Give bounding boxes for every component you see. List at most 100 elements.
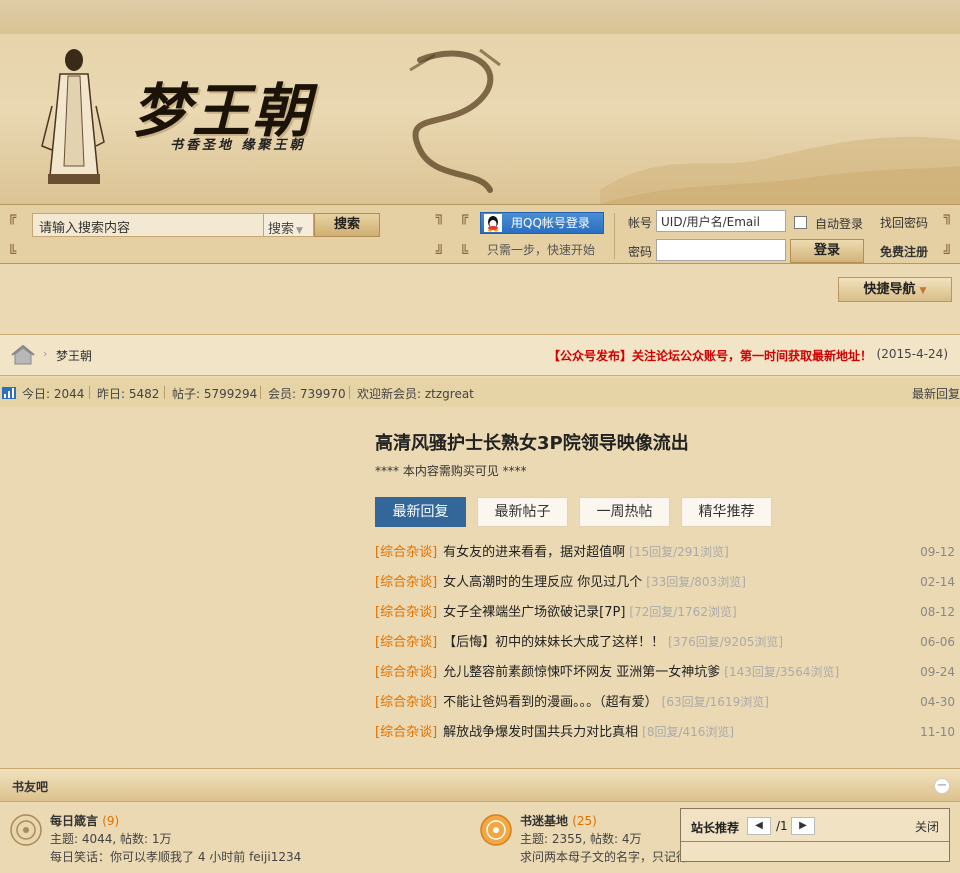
forum-stats: 主题: 2355, 帖数: 4万 xyxy=(520,832,642,846)
list-item: [综合杂谈] 有女友的进来看看，据对超值啊 [15回复/291浏览] 09-12 xyxy=(375,537,955,567)
close-button[interactable]: 关闭 xyxy=(915,818,939,835)
thread-title[interactable]: 允儿整容前素颜惊悚吓坏网友 亚洲第一女神坑爹 xyxy=(443,665,720,680)
thread-category[interactable]: [综合杂谈] xyxy=(375,665,437,680)
section-header: 书友吧 − xyxy=(0,768,960,802)
thread-title[interactable]: 解放战争爆发时国共兵力对比真相 xyxy=(443,725,638,740)
tab-featured[interactable]: 精华推荐 xyxy=(681,497,772,527)
banner-top-strip xyxy=(0,0,960,34)
thread-title[interactable]: 女子全裸端坐广场欲破记录[7P] xyxy=(443,605,625,620)
corner-ornament-icon: ╔ xyxy=(459,209,469,225)
stat-members: 会员: 739970 xyxy=(268,387,346,401)
thread-category[interactable]: [综合杂谈] xyxy=(375,605,437,620)
featured-thread-title[interactable]: 高清风骚护士长熟女3P院领导映像流出 xyxy=(375,429,689,455)
divider xyxy=(614,213,615,259)
corner-ornament-icon: ╗ xyxy=(435,209,445,225)
recommend-page-indicator: /1 xyxy=(776,819,788,833)
stats-chart-icon xyxy=(2,387,16,399)
header-banner: 梦王朝 书香圣地 缘聚王朝 xyxy=(0,0,960,204)
search-type-select[interactable]: 搜索 ▼ xyxy=(264,213,314,237)
forum-icon[interactable] xyxy=(480,814,512,846)
stat-yesterday: 昨日: 5482 xyxy=(97,387,160,401)
thread-title[interactable]: 女人高潮时的生理反应 你见过几个 xyxy=(443,575,642,590)
chevron-down-icon: ▼ xyxy=(296,226,303,236)
thread-title[interactable]: 不能让爸妈看到的漫画。。。（超有爱） xyxy=(443,695,658,710)
list-item: [综合杂谈] 女人高潮时的生理反应 你见过几个 [33回复/803浏览] 02-14 xyxy=(375,567,955,597)
forgot-password-link[interactable]: 找回密码 xyxy=(880,214,928,231)
next-page-icon[interactable]: ▶ xyxy=(791,817,815,835)
tab-weekly-hot[interactable]: 一周热帖 xyxy=(579,497,670,527)
thread-date: 09-24 xyxy=(920,665,955,679)
forum-icon[interactable] xyxy=(10,814,42,846)
thread-title[interactable]: 有女友的进来看看，据对超值啊 xyxy=(443,545,625,560)
breadcrumb-site[interactable]: 梦王朝 xyxy=(56,347,92,364)
forum-name-text[interactable]: 书迷基地 xyxy=(520,814,568,828)
thread-category[interactable]: [综合杂谈] xyxy=(375,635,437,650)
thread-date: 06-06 xyxy=(920,635,955,649)
corner-ornament-icon: ╗ xyxy=(943,209,953,225)
divider xyxy=(349,386,350,399)
collapse-icon[interactable]: − xyxy=(934,778,950,794)
quick-nav-label: 快捷导航 xyxy=(863,282,916,297)
thread-meta: [72回复/1762浏览] xyxy=(629,605,737,619)
auto-login-label: 自动登录 xyxy=(815,217,864,231)
thread-date: 08-12 xyxy=(920,605,955,619)
forum-stats-bar: 今日: 2044 昨日: 5482 帖子: 5799294 会员: 739970… xyxy=(0,378,960,407)
thread-date: 11-10 xyxy=(920,725,955,739)
thread-category[interactable]: [综合杂谈] xyxy=(375,725,437,740)
divider xyxy=(89,386,90,399)
forum-name[interactable]: 书迷基地 (25) xyxy=(520,812,597,829)
corner-ornament-icon: ╔ xyxy=(7,209,17,225)
thread-title[interactable]: 【后悔】初中的妹妹长大成了这样！！ xyxy=(443,635,664,650)
thread-meta: [33回复/803浏览] xyxy=(646,575,746,589)
forum-name[interactable]: 每日箴言 (9) xyxy=(50,812,119,829)
search-input[interactable]: 请输入搜索内容 xyxy=(32,213,264,237)
recommend-popup: 站长推荐 ◀ /1 ▶ 关闭 xyxy=(680,808,950,862)
tab-latest-replies[interactable]: 最新回复 xyxy=(375,497,466,527)
forum-name-text[interactable]: 每日箴言 xyxy=(50,814,98,828)
sage-figure-icon xyxy=(41,49,105,184)
thread-list: [综合杂谈] 有女友的进来看看，据对超值啊 [15回复/291浏览] 09-12 [综… xyxy=(375,537,955,747)
thread-date: 09-12 xyxy=(920,545,955,559)
account-label: 帐号 xyxy=(628,216,653,230)
forum-last-post[interactable]: 求问两本母子文的名字，只记得 xyxy=(520,848,688,865)
thread-date: 04-30 xyxy=(920,695,955,709)
section-title[interactable]: 书友吧 xyxy=(12,778,48,795)
stat-new-member[interactable]: 欢迎新会员: ztzgreat xyxy=(357,385,474,402)
thread-date: 02-14 xyxy=(920,575,955,589)
dragon-ink-icon xyxy=(409,48,501,193)
register-link[interactable]: 免费注册 xyxy=(880,243,928,260)
thread-meta: [63回复/1619浏览] xyxy=(661,695,769,709)
corner-ornament-icon: ╝ xyxy=(435,245,445,261)
landscape-icon xyxy=(600,136,960,204)
thread-meta: [376回复/9205浏览] xyxy=(668,635,784,649)
recommend-title: 站长推荐 xyxy=(691,821,740,835)
home-icon[interactable] xyxy=(10,345,36,365)
forum-new-count: (9) xyxy=(102,814,120,828)
divider xyxy=(260,386,261,399)
thread-category[interactable]: [综合杂谈] xyxy=(375,545,437,560)
thread-category[interactable]: [综合杂谈] xyxy=(375,695,437,710)
password-input[interactable] xyxy=(656,239,786,261)
corner-ornament-icon: ╚ xyxy=(7,245,17,261)
auto-login-checkbox[interactable] xyxy=(794,216,807,229)
list-item: [综合杂谈] 女子全裸端坐广场欲破记录[7P] [72回复/1762浏览] 08-12 xyxy=(375,597,955,627)
latest-replies-link[interactable]: 最新回复 xyxy=(912,385,960,402)
thread-meta: [15回复/291浏览] xyxy=(629,545,729,559)
account-input[interactable]: UID/用户名/Email xyxy=(656,210,786,232)
tab-latest-threads[interactable]: 最新帖子 xyxy=(477,497,568,527)
qq-login-button[interactable]: 用QQ帐号登录 xyxy=(480,212,604,234)
previous-page-icon[interactable]: ◀ xyxy=(747,817,771,835)
divider xyxy=(681,841,949,842)
forum-stats: 主题: 4044, 帖数: 1万 xyxy=(50,832,172,846)
list-item: [综合杂谈] 允儿整容前素颜惊悚吓坏网友 亚洲第一女神坑爹 [143回复/3564浏… xyxy=(375,657,955,687)
forum-new-count: (25) xyxy=(572,814,597,828)
thread-category[interactable]: [综合杂谈] xyxy=(375,575,437,590)
site-slogan: 书香圣地 缘聚王朝 xyxy=(170,138,306,153)
quick-nav-button[interactable]: 快捷导航 ▼ xyxy=(838,277,952,302)
announcement-link[interactable]: 【公众号发布】关注论坛公众账号，第一时间获取最新地址！ xyxy=(548,347,872,364)
password-label: 密码 xyxy=(628,245,653,259)
chevron-down-icon: ▼ xyxy=(919,286,927,296)
login-button[interactable]: 登录 xyxy=(790,239,864,263)
search-button[interactable]: 搜索 xyxy=(314,213,380,237)
forum-last-post[interactable]: 每日笑话：你可以孝顺我了 4 小时前 feiji1234 xyxy=(50,848,301,865)
